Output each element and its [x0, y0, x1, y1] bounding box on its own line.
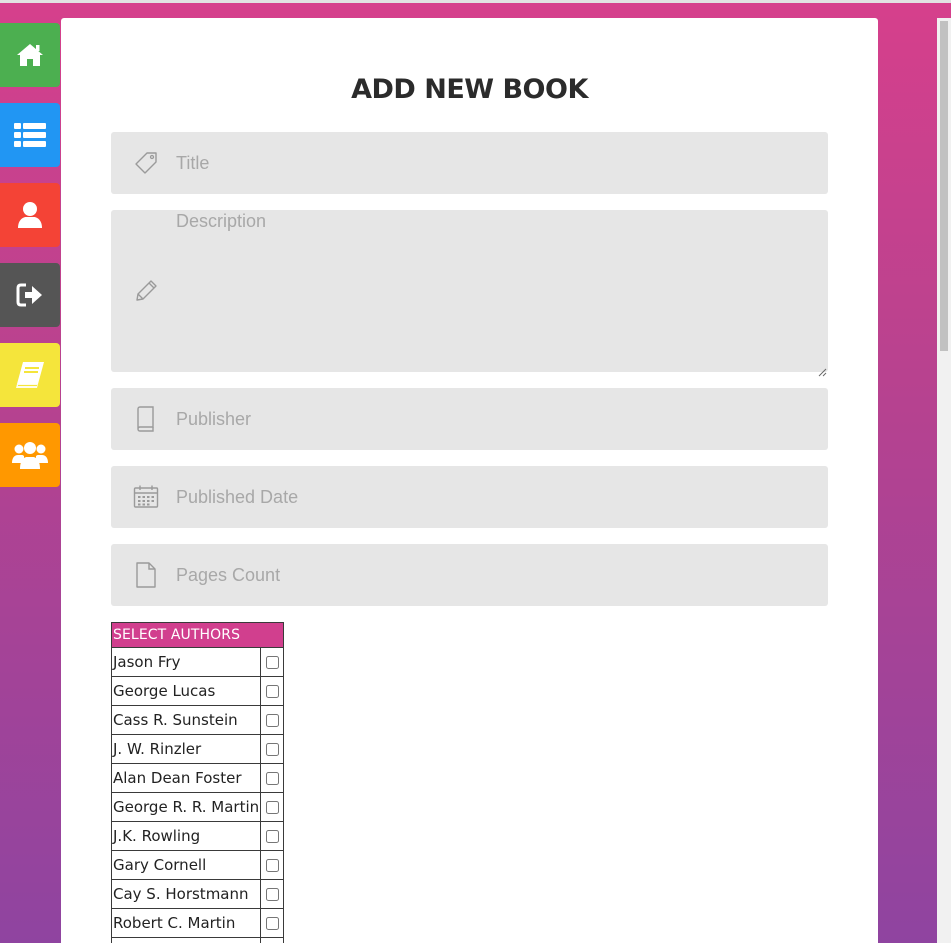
publisher-field — [111, 388, 828, 450]
nav-profile-button[interactable] — [0, 183, 60, 247]
author-checkbox[interactable] — [265, 859, 279, 872]
table-row: J. W. Rinzler — [110, 734, 284, 764]
author-checkbox[interactable] — [265, 656, 279, 669]
add-book-card: ADD NEW BOOK Title Description Publisher… — [61, 18, 878, 943]
description-input[interactable] — [176, 211, 816, 361]
users-icon — [12, 441, 48, 469]
pencil-icon — [133, 278, 159, 304]
table-row: Alan Dean Foster — [110, 763, 284, 793]
author-name: Alan Dean Foster — [110, 763, 262, 793]
author-checkbox[interactable] — [265, 917, 279, 930]
author-name: J.K. Rowling — [110, 821, 262, 851]
pages-count-input[interactable] — [176, 544, 816, 606]
table-row: Jason Fry — [110, 647, 284, 677]
author-name: George R. R. Martin — [110, 792, 262, 822]
sign-out-icon — [16, 283, 44, 307]
author-name: Jason Fry — [110, 647, 262, 677]
publisher-input[interactable] — [176, 388, 816, 450]
user-icon — [17, 201, 43, 229]
book-icon — [15, 361, 45, 389]
calendar-icon — [133, 484, 159, 510]
table-row: J.K. Rowling — [110, 821, 284, 851]
author-name: George Lucas — [110, 676, 262, 706]
page-title: ADD NEW BOOK — [351, 74, 588, 105]
author-checkbox[interactable] — [265, 714, 279, 727]
author-checkbox[interactable] — [265, 801, 279, 814]
author-name: Gary Cornell — [110, 850, 262, 880]
author-name: Robert C. Martin — [110, 908, 262, 938]
author-name — [110, 937, 262, 943]
authors-header: SELECT AUTHORS — [111, 622, 284, 648]
author-checkbox[interactable] — [265, 888, 279, 901]
nav-users-button[interactable] — [0, 423, 60, 487]
authors-table: SELECT AUTHORS Jason Fry George Lucas Ca… — [110, 622, 284, 943]
nav-list-button[interactable] — [0, 103, 60, 167]
side-nav — [0, 23, 60, 503]
book-outline-icon — [133, 406, 159, 432]
author-checkbox[interactable] — [265, 743, 279, 756]
scrollbar-thumb[interactable] — [940, 21, 948, 351]
home-icon — [16, 42, 44, 68]
file-icon — [133, 562, 159, 588]
table-row — [110, 937, 284, 943]
list-icon — [14, 123, 46, 147]
table-row: Cay S. Horstmann — [110, 879, 284, 909]
table-row: Robert C. Martin — [110, 908, 284, 938]
table-row: Cass R. Sunstein — [110, 705, 284, 735]
table-row: George R. R. Martin — [110, 792, 284, 822]
nav-books-button[interactable] — [0, 343, 60, 407]
author-name: J. W. Rinzler — [110, 734, 262, 764]
table-row: George Lucas — [110, 676, 284, 706]
tag-icon — [133, 150, 159, 176]
nav-home-button[interactable] — [0, 23, 60, 87]
resize-handle-icon[interactable] — [818, 362, 827, 377]
nav-logout-button[interactable] — [0, 263, 60, 327]
title-field — [111, 132, 828, 194]
published-date-input[interactable] — [176, 466, 816, 528]
published-date-field — [111, 466, 828, 528]
author-name: Cass R. Sunstein — [110, 705, 262, 735]
authors-list: Jason Fry George Lucas Cass R. Sunstein … — [110, 647, 284, 943]
table-row: Gary Cornell — [110, 850, 284, 880]
pages-count-field — [111, 544, 828, 606]
page-scrollbar[interactable] — [937, 18, 951, 943]
description-field — [111, 210, 828, 377]
author-checkbox[interactable] — [265, 772, 279, 785]
title-input[interactable] — [176, 132, 816, 194]
author-checkbox[interactable] — [265, 830, 279, 843]
author-name: Cay S. Horstmann — [110, 879, 262, 909]
author-checkbox[interactable] — [265, 685, 279, 698]
